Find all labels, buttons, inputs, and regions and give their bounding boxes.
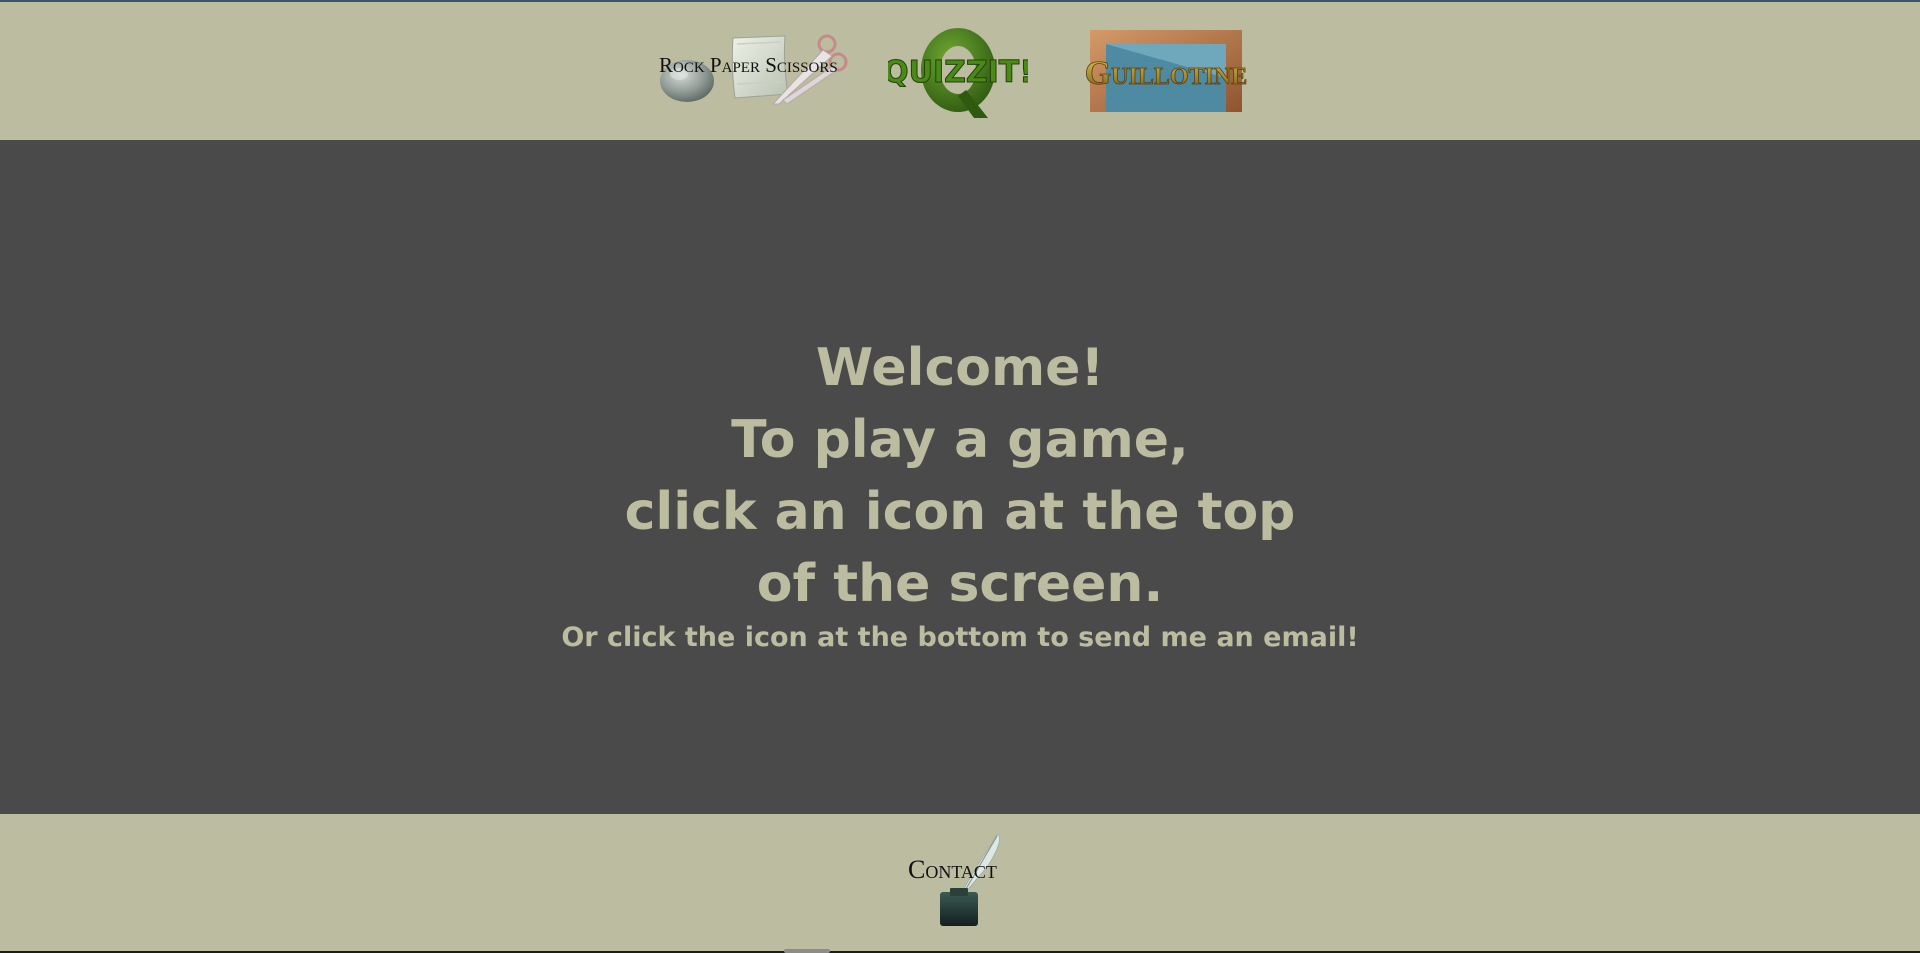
contact-label: Contact (908, 855, 997, 884)
rock-paper-scissors-icon: Rock Paper Scissors (659, 34, 848, 105)
nav-guillotine[interactable]: Guillotine (1070, 28, 1260, 116)
nav-quizzit[interactable]: QUIZZIT! (883, 24, 1033, 119)
rock-paper-scissors-label: Rock Paper Scissors (659, 53, 838, 77)
scrollbar-thumb[interactable] (784, 949, 830, 953)
guillotine-icon: Guillotine (1084, 30, 1248, 112)
quizzit-icon: QUIZZIT! (883, 28, 1033, 118)
welcome-message: Welcome! To play a game, click an icon a… (0, 332, 1920, 656)
welcome-heading: Welcome! (815, 338, 1105, 398)
nav-rock-paper-scissors[interactable]: Rock Paper Scissors (655, 30, 855, 110)
welcome-line-2: To play a game, (731, 410, 1189, 470)
contact-link[interactable]: Contact (900, 832, 1020, 932)
welcome-line-3: click an icon at the top (624, 482, 1296, 542)
welcome-panel: Welcome! To play a game, click an icon a… (0, 140, 1920, 814)
welcome-line-4: of the screen. (756, 554, 1164, 614)
game-nav: Rock Paper Scissors QUIZZIT! Guillotine (0, 2, 1920, 140)
footer-bar: Contact (0, 814, 1920, 951)
welcome-subtext: Or click the icon at the bottom to send … (561, 622, 1359, 653)
quizzit-label: QUIZZIT! (888, 55, 1028, 90)
guillotine-label: Guillotine (1085, 55, 1248, 92)
inkwell-quill-icon: Contact (908, 833, 1001, 926)
